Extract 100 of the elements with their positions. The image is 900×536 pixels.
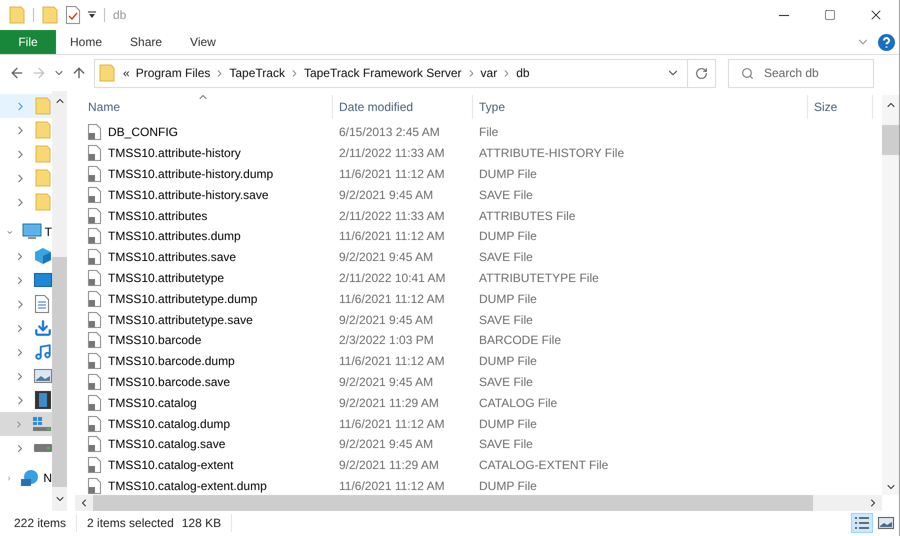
file-name[interactable]: TMSS10.catalog.save (108, 435, 226, 454)
breadcrumb[interactable]: var (480, 64, 498, 82)
file-name[interactable]: TMSS10.attribute-history.dump (108, 164, 274, 183)
desktop-icon (34, 273, 52, 287)
tree-label: T (44, 224, 52, 241)
ribbon-tab[interactable]: View (176, 30, 230, 54)
computer-icon (22, 223, 42, 241)
breadcrumb[interactable]: db (516, 64, 530, 82)
file-icon (88, 208, 101, 224)
file-name[interactable]: TMSS10.attributes (108, 206, 208, 225)
folder-icon (35, 193, 51, 211)
folder-icon (35, 121, 51, 139)
item-count: 222 items (0, 514, 78, 532)
file-name[interactable]: TMSS10.catalog.dump (108, 414, 230, 433)
type-cell-text: SAVE File (478, 436, 534, 454)
ribbon-tab[interactable]: Share (116, 30, 176, 54)
tree-item[interactable]: T (0, 220, 52, 244)
date-cell-text: 9/2/2021 9:45 AM (338, 374, 434, 391)
folder-icon (9, 6, 25, 24)
up-button[interactable] (71, 65, 87, 81)
file-icon (88, 145, 101, 162)
column-header[interactable]: Size (808, 95, 873, 119)
overflow-crumb[interactable]: « (123, 64, 130, 82)
type-cell-text: SAVE File (478, 186, 534, 204)
scroll-thumb[interactable] (882, 125, 899, 155)
file-name[interactable]: DB_CONFIG (108, 123, 178, 142)
back-button[interactable] (9, 65, 25, 81)
file-icon (88, 312, 101, 328)
cube-icon (34, 247, 52, 265)
film-icon (35, 391, 51, 409)
breadcrumb[interactable]: TapeTrack (229, 64, 285, 82)
folder-icon (35, 97, 51, 115)
drive-icon (32, 416, 52, 432)
folder-icon (99, 64, 115, 82)
date-cell-text: 9/2/2021 9:45 AM (338, 312, 434, 329)
file-name[interactable]: TMSS10.catalog-extent.dump (108, 476, 267, 495)
file-icon (88, 228, 101, 244)
file-name[interactable]: TMSS10.attributes.dump (108, 227, 241, 246)
type-cell-text: File (478, 124, 500, 142)
file-tab[interactable]: File (0, 30, 56, 54)
date-cell-text: 9/2/2021 9:45 AM (338, 249, 434, 266)
vertical-scrollbar[interactable] (882, 95, 899, 495)
file-icon (88, 353, 101, 370)
file-name[interactable]: TMSS10.attributes.save (108, 248, 236, 266)
date-cell-text: 11/6/2021 11:12 AM (338, 353, 446, 370)
download-icon (34, 319, 52, 337)
file-name[interactable]: TMSS10.attribute-history (108, 144, 241, 162)
column-header[interactable]: Type (473, 95, 808, 119)
help-icon[interactable] (878, 34, 895, 50)
properties-button[interactable] (66, 6, 80, 24)
file-name[interactable]: TMSS10.catalog (108, 394, 197, 412)
file-name[interactable]: TMSS10.attributetype (108, 268, 224, 287)
picture-icon (34, 369, 52, 383)
column-header[interactable]: Name (75, 95, 333, 119)
search-icon (741, 66, 754, 80)
file-name[interactable]: TMSS10.attributetype.dump (108, 290, 258, 308)
details-view-button[interactable] (851, 513, 873, 533)
horizontal-scrollbar[interactable] (75, 495, 882, 511)
column-header[interactable]: Date modified (333, 95, 473, 119)
file-name[interactable]: TMSS10.barcode.save (108, 372, 230, 391)
type-cell-text: ATTRIBUTETYPE File (478, 270, 600, 287)
file-name[interactable]: TMSS10.attributetype.save (108, 310, 253, 329)
type-cell-text: CATALOG File (478, 394, 558, 412)
breadcrumb[interactable]: TapeTrack Framework Server (304, 64, 462, 82)
date-cell-text: 9/2/2021 9:45 AM (338, 436, 434, 454)
date-cell-text: 11/6/2021 11:12 AM (338, 416, 446, 433)
file-icon (88, 394, 101, 411)
type-cell-text: DUMP File (478, 353, 538, 370)
type-cell-text: ATTRIBUTE-HISTORY File (478, 145, 626, 162)
selection-size: 128 KB (174, 514, 232, 532)
file-icon (88, 186, 101, 203)
music-note-icon (34, 343, 52, 361)
type-cell-text: SAVE File (478, 249, 534, 266)
search-field[interactable]: Search db (728, 58, 874, 88)
file-icon (88, 124, 101, 140)
type-cell-text: SAVE File (478, 374, 534, 391)
file-name[interactable]: TMSS10.barcode (108, 331, 202, 350)
ribbon-tab[interactable]: Home (56, 30, 116, 54)
file-name[interactable]: TMSS10.attribute-history.save (108, 186, 269, 204)
tree-label: N (43, 470, 52, 487)
date-cell-text: 9/2/2021 9:45 AM (338, 186, 434, 204)
type-cell-text: SAVE File (478, 312, 534, 329)
address-bar[interactable]: « Program Files TapeTrack TapeTrack Framework Server var db (94, 58, 716, 88)
type-cell-text: DUMP File (478, 478, 538, 495)
breadcrumb[interactable]: Program Files (136, 64, 210, 82)
customize-toolbar-icon[interactable] (88, 11, 96, 19)
file-name[interactable]: TMSS10.barcode.dump (108, 352, 235, 370)
type-cell-text: CATALOG-EXTENT File (478, 457, 610, 474)
file-name[interactable]: TMSS10.catalog-extent (108, 456, 234, 474)
type-cell-text: DUMP File (478, 228, 538, 246)
file-icon (88, 436, 101, 452)
file-icon (88, 457, 101, 474)
vertical-scrollbar[interactable] (52, 91, 67, 511)
folder-icon (35, 169, 51, 187)
date-cell-text: 11/6/2021 11:12 AM (338, 228, 446, 246)
date-cell-text: 9/2/2021 11:29 AM (338, 394, 440, 412)
file-icon (88, 166, 101, 182)
date-cell-text: 2/11/2022 11:33 AM (338, 208, 446, 225)
tree-item[interactable]: N (0, 466, 52, 490)
file-icon (88, 374, 101, 390)
